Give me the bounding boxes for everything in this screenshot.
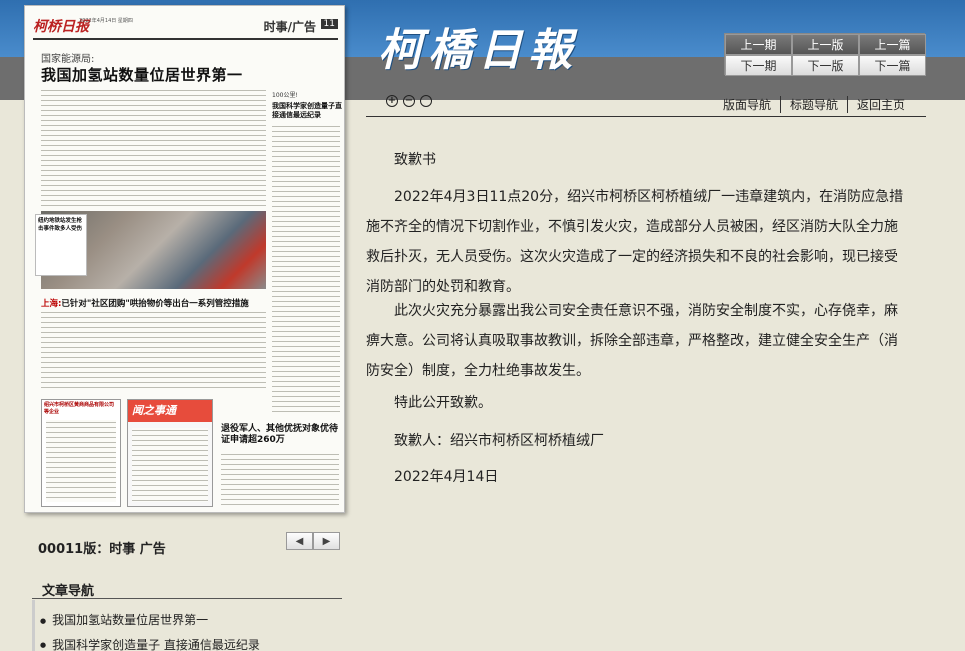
- title-nav-link[interactable]: 标题导航: [779, 96, 847, 113]
- paper-text-block: [41, 88, 266, 206]
- toolbar-divider: [366, 116, 926, 117]
- article-nav-divider: [32, 598, 342, 599]
- issue-nav-buttons: 上一期 上一版 上一篇 下一期 下一版 下一篇: [724, 33, 926, 76]
- paper-photo-caption-box: 纽约地铁站发生枪击事件致多人受伤: [35, 214, 87, 276]
- prev-issue-button[interactable]: 上一期: [725, 34, 792, 55]
- paper-right-kicker: 100公里!: [272, 92, 298, 99]
- article-closing: 特此公开致歉。: [394, 395, 492, 411]
- article-paragraph: 2022年4月3日11点20分，绍兴市柯桥区柯桥植绒厂一违章建筑内，在消防应急措…: [366, 189, 904, 295]
- prev-edition-button[interactable]: 上一版: [792, 34, 859, 55]
- paper-masthead: 柯桥日报 2022年4月14日 星期四 时事/广告 11: [33, 12, 338, 40]
- edition-label: 00011版：时事 广告: [38, 542, 166, 557]
- newspaper-page-image[interactable]: 柯桥日报 2022年4月14日 星期四 时事/广告 11 国家能源局: 我国加氢…: [24, 5, 345, 513]
- paper-text-block: [46, 420, 116, 502]
- layout-nav-link[interactable]: 版面导航: [714, 96, 780, 113]
- home-link[interactable]: 返回主页: [846, 96, 914, 113]
- paper-page-number: 11: [320, 19, 338, 29]
- paper-subheadline-text: 已针对"社区团购"哄抬物价等出台一系列管控措施: [61, 299, 249, 309]
- article-nav-title: 文章导航: [42, 584, 95, 599]
- page-buttons: ◀ ▶: [286, 532, 340, 550]
- article-title: 致歉书: [394, 152, 436, 168]
- paper-text-block: [41, 310, 266, 392]
- article-date: 2022年4月14日: [394, 469, 499, 485]
- paper-right-headline[interactable]: 我国科学家创造量子直接通信最远纪录: [272, 102, 342, 120]
- next-page-button[interactable]: ▶: [313, 532, 340, 550]
- article-nav-list: 我国加氢站数量位居世界第一 我国科学家创造量子 直接通信最远纪录: [40, 608, 260, 651]
- paper-photo-caption[interactable]: 纽约地铁站发生枪击事件致多人受伤: [36, 215, 86, 235]
- paper-text-block: [221, 452, 339, 508]
- prev-page-button[interactable]: ◀: [286, 532, 313, 550]
- paper-ad-middle[interactable]: 闻之事通: [127, 399, 213, 507]
- paper-ad-left[interactable]: 绍兴市柯桥区黄商商品有限公司等企业: [41, 399, 121, 507]
- article-toolbar: + − 版面导航 标题导航 返回主页: [366, 93, 926, 115]
- paper-text-block: [132, 428, 208, 502]
- zoom-in-icon[interactable]: +: [386, 95, 398, 107]
- next-issue-button[interactable]: 下一期: [725, 55, 792, 76]
- article-nav-scrollbar[interactable]: [32, 600, 35, 651]
- article-nav-item[interactable]: 我国加氢站数量位居世界第一: [40, 608, 260, 633]
- article-paragraph: 此次火灾充分暴露出我公司安全责任意识不强，消防安全制度不实，心存侥幸，麻痹大意。…: [366, 303, 898, 379]
- paper-text-block: [272, 124, 340, 414]
- paper-subheadline[interactable]: 上海:已针对"社区团购"哄抬物价等出台一系列管控措施: [41, 297, 249, 309]
- zoom-reset-icon[interactable]: [420, 95, 432, 107]
- paper-ad-headline[interactable]: 退役军人、其他优抚对象优待证申请超260万: [221, 424, 339, 446]
- paper-ad-middle-title: 闻之事通: [128, 400, 212, 422]
- paper-ad-left-title: 绍兴市柯桥区黄商商品有限公司等企业: [44, 402, 115, 415]
- paper-section: 时事/广告: [263, 20, 316, 34]
- top-nav-links: 版面导航 标题导航 返回主页: [714, 96, 914, 113]
- zoom-out-icon[interactable]: −: [403, 95, 415, 107]
- article-nav-item[interactable]: 我国科学家创造量子 直接通信最远纪录: [40, 633, 260, 651]
- paper-headline[interactable]: 我国加氢站数量位居世界第一: [41, 64, 243, 85]
- article-signature: 致歉人：绍兴市柯桥区柯桥植绒厂: [394, 433, 604, 449]
- next-edition-button[interactable]: 下一版: [792, 55, 859, 76]
- zoom-controls: + −: [386, 95, 432, 107]
- paper-kicker: 国家能源局:: [41, 54, 95, 65]
- paper-subheadline-place: 上海:: [41, 299, 62, 309]
- prev-article-button[interactable]: 上一篇: [859, 34, 926, 55]
- site-logo: 柯橋日報: [378, 25, 578, 76]
- paper-meta: 2022年4月14日 星期四: [79, 18, 133, 24]
- next-article-button[interactable]: 下一篇: [859, 55, 926, 76]
